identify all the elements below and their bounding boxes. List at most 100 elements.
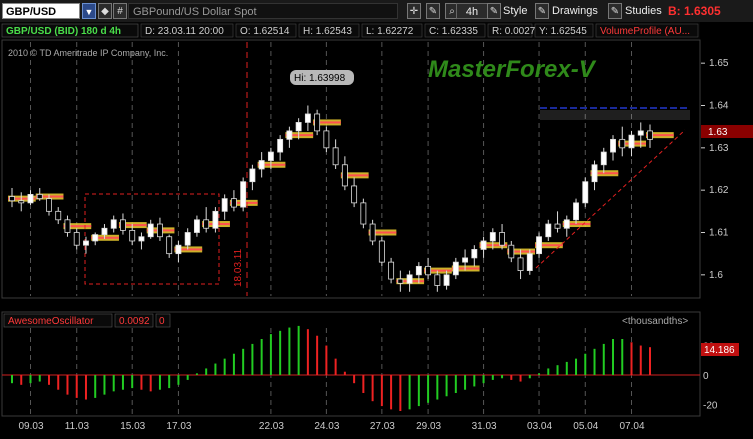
- x-tick-label: 31.03: [472, 421, 497, 432]
- candle-body: [610, 138, 616, 153]
- chart-title: GBP/USD (BID) 180 d 4h: [6, 26, 121, 37]
- candle-body: [452, 261, 459, 276]
- style-button[interactable]: Style: [503, 3, 527, 19]
- candle-body: [9, 196, 15, 202]
- y-tick-label: 1.64: [709, 101, 729, 112]
- studies-button[interactable]: Studies: [625, 3, 662, 19]
- svg-text:14.186: 14.186: [704, 345, 735, 356]
- info-low: L: 1.62272: [366, 26, 414, 37]
- candle-body: [443, 274, 450, 286]
- info-open: O: 1.62514: [240, 26, 290, 37]
- pin-icon[interactable]: ◆: [98, 3, 112, 19]
- drawings-icon[interactable]: ✎: [535, 3, 549, 19]
- candle-body: [323, 130, 330, 149]
- x-tick-label: 24.03: [314, 421, 339, 432]
- chevron-down-icon[interactable]: ▼: [82, 3, 96, 19]
- oscillator-value: 0.0092: [119, 316, 150, 327]
- resistance-zone: [540, 110, 690, 120]
- x-tick-label: 03.04: [527, 421, 552, 432]
- x-tick-label: 09.03: [18, 421, 43, 432]
- candle-body: [536, 236, 542, 255]
- candle-body: [110, 219, 117, 229]
- candle-body: [351, 185, 358, 204]
- info-close: C: 1.62335: [429, 26, 478, 37]
- info-y: Y: 1.62545: [539, 26, 587, 37]
- candle-body: [64, 219, 71, 233]
- candle-body: [212, 210, 219, 229]
- svg-text:1.63: 1.63: [708, 127, 728, 138]
- candle-body: [628, 134, 635, 149]
- candle-body: [600, 151, 607, 166]
- candle-body: [138, 236, 145, 242]
- watermark-text: MasterForex-V: [428, 56, 597, 83]
- candle-body: [545, 223, 552, 238]
- candle-body: [36, 193, 43, 200]
- candle-body: [129, 229, 136, 242]
- candle-body: [147, 223, 154, 238]
- x-tick-label: 27.03: [370, 421, 395, 432]
- candle-body: [526, 253, 533, 272]
- y-tick-label: 1.63: [709, 143, 729, 154]
- bid-price: B: 1.6305: [668, 4, 721, 18]
- info-date: D: 23.03.11 20:00: [145, 26, 224, 37]
- candle-body: [203, 219, 210, 229]
- candle-body: [101, 227, 108, 236]
- candle-body: [619, 138, 626, 149]
- drawings-button[interactable]: Drawings: [552, 3, 598, 19]
- candle-body: [73, 232, 80, 246]
- tools-icon[interactable]: ✎: [426, 3, 440, 19]
- candle-body: [240, 181, 247, 208]
- grid-icon[interactable]: #: [113, 3, 127, 19]
- candle-body: [462, 257, 469, 263]
- info-high: H: 1.62543: [303, 26, 352, 37]
- volume-profile-label[interactable]: VolumeProfile (AU...: [600, 26, 690, 37]
- candle-body: [573, 202, 579, 221]
- candle-body: [563, 219, 570, 229]
- y-tick-label: 1.6: [709, 270, 723, 281]
- candle-body: [406, 274, 413, 284]
- candle-body: [221, 198, 228, 212]
- x-tick-label: 07.04: [620, 421, 645, 432]
- candle-body: [332, 147, 339, 166]
- candle-body: [166, 236, 173, 255]
- style-icon[interactable]: ✎: [487, 3, 501, 19]
- candle-body: [230, 198, 237, 208]
- candle-body: [184, 232, 191, 246]
- candle-body: [18, 200, 25, 204]
- candle-body: [471, 249, 478, 259]
- candle-body: [508, 244, 515, 259]
- candle-body: [156, 223, 163, 238]
- candle-body: [434, 274, 441, 286]
- candle-body: [397, 278, 404, 284]
- oscillator-name[interactable]: AwesomeOscillator: [8, 316, 94, 327]
- x-tick-label: 29.03: [416, 421, 441, 432]
- oscillator-units: <thousandths>: [622, 316, 688, 327]
- candle-body: [286, 130, 293, 140]
- candle-body: [175, 244, 182, 255]
- candle-body: [582, 181, 589, 204]
- candle-body: [55, 210, 62, 221]
- event-vline-label: 18.03.11: [233, 248, 244, 287]
- timeframe-button[interactable]: 4h: [456, 3, 488, 19]
- price-chart[interactable]: GBP/USD (BID) 180 d 4h D: 23.03.11 20:00…: [0, 22, 753, 439]
- candle-body: [480, 240, 487, 250]
- candle-body: [388, 261, 395, 280]
- x-tick-label: 17.03: [166, 421, 191, 432]
- oscillator-current-marker: 14.186: [701, 343, 739, 356]
- x-tick-label: 11.03: [65, 421, 90, 432]
- oscillator-tick-label: 0: [703, 371, 709, 382]
- x-tick-label: 22.03: [259, 421, 284, 432]
- symbol-input[interactable]: GBP/USD: [2, 3, 80, 19]
- copyright-text: 2010 © TD Ameritrade IP Company, Inc.: [8, 48, 168, 58]
- candle-body: [267, 151, 274, 161]
- candle-body: [499, 232, 506, 246]
- candle-body: [378, 240, 385, 263]
- crosshair-icon[interactable]: ✛: [407, 3, 421, 19]
- candle-body: [360, 202, 367, 225]
- symbol-description: GBPound/US Dollar Spot: [128, 3, 398, 19]
- candle-body: [341, 164, 348, 187]
- studies-icon[interactable]: ✎: [608, 3, 622, 19]
- candle-body: [304, 113, 311, 123]
- candle-body: [83, 240, 89, 246]
- candle-body: [258, 160, 265, 170]
